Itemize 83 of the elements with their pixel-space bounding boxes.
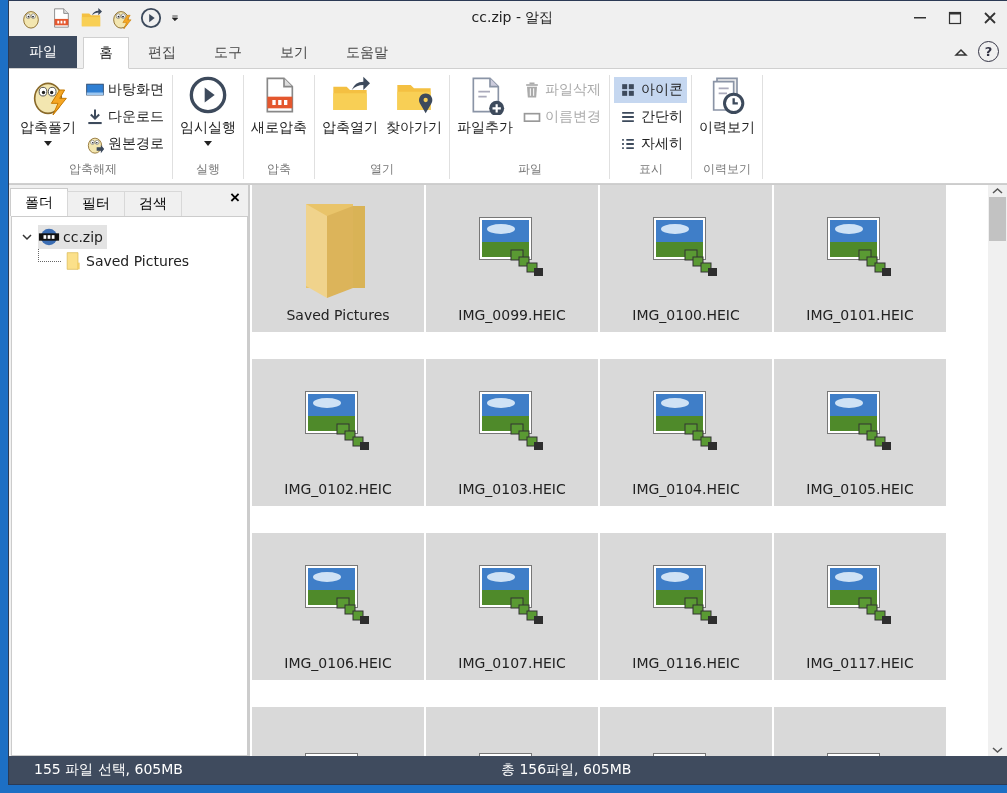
tree-item-label: Saved Pictures (86, 253, 190, 269)
ribbon-tab[interactable]: 보기 (261, 38, 327, 68)
file-name: IMG_0100.HEIC (632, 306, 740, 325)
image-file-icon (479, 216, 545, 277)
group-label: 압축해제 (67, 161, 118, 178)
file-item[interactable]: IMG_0104.HEIC (600, 359, 772, 506)
group-label: 실행 (195, 161, 221, 178)
file-name: IMG_0107.HEIC (458, 654, 566, 673)
group-label: 표시 (637, 161, 664, 178)
file-menu-tab[interactable]: 파일 (9, 36, 77, 68)
file-item[interactable]: IMG_0106.HEIC (252, 533, 424, 680)
tree-item-label: cc.zip (63, 229, 103, 245)
ribbon-tab[interactable]: 도구 (195, 38, 261, 68)
ribbon-button[interactable]: 다운로드 (81, 104, 168, 130)
file-name: IMG_0103.HEIC (458, 480, 566, 499)
close-icon (982, 11, 997, 25)
ribbon-tab[interactable]: 도움말 (327, 38, 407, 68)
window-title: cc.zip - 알집 (470, 9, 555, 27)
zip-archive-icon (38, 226, 60, 248)
file-item[interactable]: IMG_0117.HEIC (774, 533, 946, 680)
tree-item[interactable]: cc.zip (38, 225, 107, 249)
group-label: 압축 (266, 161, 292, 178)
ribbon-button[interactable]: 찾아가기 (383, 75, 445, 161)
maximize-icon (947, 11, 962, 25)
file-name: IMG_0106.HEIC (284, 654, 392, 673)
file-item[interactable]: IMG_0105.HEIC (774, 359, 946, 506)
ribbon-button[interactable]: 새로압축 (248, 75, 310, 161)
group-label: 파일 (516, 161, 543, 178)
file-item[interactable]: IMG_0100.HEIC (600, 185, 772, 332)
file-item[interactable]: IMG_0099.HEIC (426, 185, 598, 332)
image-file-icon (305, 390, 371, 451)
file-name: IMG_0117.HEIC (806, 654, 914, 673)
vertical-scrollbar[interactable] (988, 185, 1007, 756)
file-name: IMG_0099.HEIC (458, 306, 566, 325)
file-name: IMG_0102.HEIC (284, 480, 392, 499)
file-item[interactable]: IMG_0101.HEIC (774, 185, 946, 332)
panel-tab[interactable]: 필터 (67, 191, 125, 216)
close-panel-button[interactable]: × (222, 188, 248, 214)
ribbon-button[interactable]: 임시실행 (177, 75, 239, 161)
file-name: Saved Pictures (286, 306, 390, 325)
image-file-icon (827, 390, 893, 451)
image-file-icon (827, 216, 893, 277)
folder-arrow-icon (80, 7, 102, 29)
file-item[interactable]: Saved Pictures (252, 185, 424, 332)
download-icon (85, 107, 105, 127)
play-icon (140, 7, 162, 29)
minimize-icon (913, 17, 926, 19)
selection-status: 155 파일 선택, 605MB (34, 761, 183, 779)
file-name: IMG_0104.HEIC (632, 480, 740, 499)
scrollbar-thumb[interactable] (989, 197, 1006, 241)
total-status: 총 156파일, 605MB (500, 761, 632, 779)
ribbon-button[interactable]: 원본경로 (81, 131, 168, 157)
image-file-icon (827, 564, 893, 625)
panel-tab[interactable]: 검색 (124, 191, 182, 216)
ribbon-button[interactable]: 이력보기 (696, 75, 758, 161)
file-item[interactable]: IMG_0107.HEIC (426, 533, 598, 680)
group-label: 열기 (369, 161, 395, 178)
group-label: 이력보기 (702, 161, 752, 178)
ribbon-button[interactable]: 압축풀기 (17, 75, 79, 161)
ribbon-button[interactable]: 바탕화면 (81, 77, 168, 103)
collapse-ribbon-icon[interactable] (954, 46, 968, 57)
ribbon-button[interactable]: 파일추가 (454, 75, 516, 161)
image-file-icon (653, 216, 719, 277)
file-item[interactable]: IMG_0103.HEIC (426, 359, 598, 506)
view-mode-button[interactable]: 자세히 (614, 131, 687, 157)
file-name: IMG_0116.HEIC (632, 654, 740, 673)
file-item[interactable]: IMG_0116.HEIC (600, 533, 772, 680)
file-item[interactable]: IMG_0102.HEIC (252, 359, 424, 506)
image-file-icon (653, 390, 719, 451)
ribbon-tab[interactable]: 홈 (83, 37, 129, 69)
file-name: IMG_0101.HEIC (806, 306, 914, 325)
image-file-icon (305, 564, 371, 625)
ribbon-button[interactable]: 압축열기 (319, 75, 381, 161)
file-name: IMG_0105.HEIC (806, 480, 914, 499)
ribbon-tab[interactable]: 편집 (129, 38, 195, 68)
view-mode-button[interactable]: 아이콘 (614, 77, 687, 103)
image-file-icon (479, 390, 545, 451)
image-file-icon (653, 564, 719, 625)
play-icon (188, 75, 228, 115)
image-file-icon (479, 564, 545, 625)
panel-tab[interactable]: 폴더 (10, 188, 68, 216)
view-mode-button[interactable]: 간단히 (614, 104, 687, 130)
tree-item[interactable]: Saved Pictures (63, 250, 194, 272)
